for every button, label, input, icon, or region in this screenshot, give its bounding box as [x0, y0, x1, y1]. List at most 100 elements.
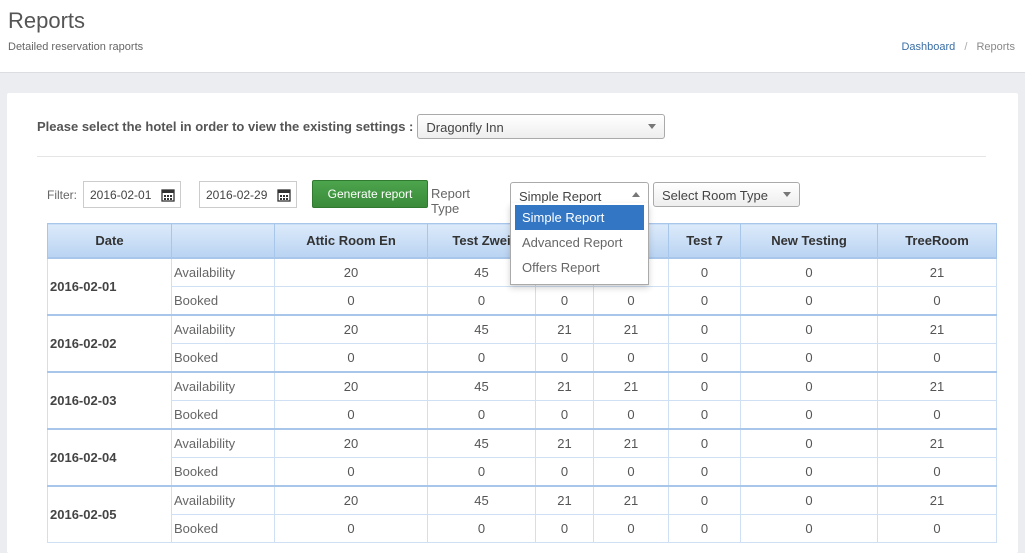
table-cell: 0 — [535, 513, 594, 543]
metric-label: Availability — [171, 313, 275, 344]
table-cell: 0 — [274, 342, 428, 372]
metric-label: Booked — [171, 342, 275, 372]
table-cell: 0 — [877, 342, 997, 372]
table-cell: 21 — [535, 484, 594, 515]
table-cell: 0 — [740, 427, 878, 458]
table-cell: 0 — [740, 313, 878, 344]
table-row: Booked 0 0 0 0 0 0 0 — [48, 399, 997, 429]
breadcrumb-separator: / — [964, 41, 968, 53]
table-cell: 0 — [668, 256, 741, 287]
chevron-down-icon — [783, 192, 791, 197]
column-header[interactable]: New Testing — [740, 223, 878, 258]
table-cell: 0 — [668, 342, 741, 372]
metric-label: Booked — [171, 399, 275, 429]
table-cell: 21 — [877, 427, 997, 458]
table-cell: 0 — [535, 342, 594, 372]
table-cell: 21 — [535, 313, 594, 344]
table-row: Booked 0 0 0 0 0 0 0 — [48, 513, 997, 543]
table-cell: 0 — [535, 285, 594, 315]
table-cell: 0 — [740, 513, 878, 543]
table-cell: 21 — [535, 427, 594, 458]
table-cell: 45 — [427, 484, 536, 515]
table-cell: 0 — [668, 313, 741, 344]
date-cell: 2016-02-05 — [47, 484, 172, 543]
breadcrumb-dashboard-link[interactable]: Dashboard — [901, 41, 955, 53]
table-cell: 21 — [877, 484, 997, 515]
table-cell: 0 — [535, 456, 594, 486]
room-type-value: Select Room Type — [662, 188, 768, 203]
metric-label: Availability — [171, 370, 275, 401]
table-row: Booked 0 0 0 0 0 0 0 — [48, 456, 997, 486]
date-cell: 2016-02-04 — [47, 427, 172, 486]
page-title: Reports — [8, 8, 86, 33]
generate-report-button[interactable]: Generate report — [312, 180, 428, 208]
table-row: 2016-02-03 Availability 20 45 21 21 0 0 21 — [47, 370, 997, 429]
table-cell: 0 — [535, 399, 594, 429]
date-cell: 2016-02-01 — [47, 256, 172, 315]
calendar-icon[interactable] — [277, 188, 291, 202]
table-cell: 0 — [740, 370, 878, 401]
table-cell: 0 — [427, 342, 536, 372]
table-cell: 21 — [593, 370, 669, 401]
table-cell: 20 — [274, 256, 428, 287]
report-type-option-offers[interactable]: Offers Report — [515, 255, 644, 280]
table-cell: 0 — [668, 370, 741, 401]
table-cell: 0 — [668, 285, 741, 315]
report-type-option-simple[interactable]: Simple Report — [515, 205, 644, 230]
date-from-input[interactable]: 2016-02-01 — [83, 181, 181, 208]
page-header: Reports Detailed reservation raports Das… — [0, 0, 1025, 73]
report-type-dropdown: Simple Report Advanced Report Offers Rep… — [510, 203, 649, 285]
report-type-option-advanced[interactable]: Advanced Report — [515, 230, 644, 255]
column-header[interactable]: Date — [47, 223, 172, 258]
date-cell: 2016-02-02 — [47, 313, 172, 372]
table-cell: 21 — [877, 370, 997, 401]
table-cell: 0 — [427, 285, 536, 315]
table-cell: 0 — [593, 342, 669, 372]
table-cell: 0 — [593, 456, 669, 486]
table-row: Booked 0 0 0 0 0 0 0 — [48, 342, 997, 372]
column-header[interactable]: Test 7 — [668, 223, 741, 258]
chevron-up-icon — [632, 192, 640, 197]
table-cell: 0 — [593, 285, 669, 315]
table-cell: 0 — [427, 399, 536, 429]
table-cell: 0 — [740, 256, 878, 287]
table-cell: 21 — [593, 313, 669, 344]
table-cell: 20 — [274, 427, 428, 458]
table-cell: 45 — [427, 370, 536, 401]
breadcrumb-current: Reports — [976, 41, 1015, 53]
table-cell: 0 — [740, 484, 878, 515]
table-cell: 21 — [877, 256, 997, 287]
table-cell: 0 — [274, 285, 428, 315]
table-cell: 20 — [274, 484, 428, 515]
column-header — [171, 223, 275, 258]
table-cell: 0 — [593, 399, 669, 429]
table-cell: 0 — [877, 285, 997, 315]
room-type-select[interactable]: Select Room Type — [653, 182, 800, 207]
hotel-select-value: Dragonfly Inn — [426, 119, 504, 135]
date-cell: 2016-02-03 — [47, 370, 172, 429]
chevron-down-icon — [648, 123, 657, 129]
page-subtitle: Detailed reservation raports — [8, 41, 144, 53]
column-header[interactable]: TreeRoom — [877, 223, 997, 258]
table-cell: 0 — [877, 399, 997, 429]
table-cell: 20 — [274, 370, 428, 401]
hotel-select[interactable]: Dragonfly Inn — [417, 113, 666, 139]
report-type-value: Simple Report — [519, 189, 602, 204]
column-header[interactable]: Attic Room En — [274, 223, 428, 258]
table-row: Booked 0 0 0 0 0 0 0 — [48, 285, 997, 315]
date-to-input[interactable]: 2016-02-29 — [199, 181, 297, 208]
table-cell: 21 — [593, 484, 669, 515]
filter-label: Filter: — [47, 188, 77, 202]
hotel-select-label: Please select the hotel in order to view… — [37, 118, 414, 134]
metric-label: Availability — [171, 427, 275, 458]
table-cell: 0 — [668, 513, 741, 543]
table-cell: 21 — [593, 427, 669, 458]
hotel-select-row: Please select the hotel in order to view… — [37, 113, 666, 139]
table-row: 2016-02-05 Availability 20 45 21 21 0 0 21 — [47, 484, 997, 543]
table-cell: 0 — [668, 484, 741, 515]
calendar-icon[interactable] — [161, 188, 175, 202]
table-cell: 0 — [274, 456, 428, 486]
table-cell: 0 — [427, 456, 536, 486]
table-cell: 0 — [668, 456, 741, 486]
table-cell: 0 — [740, 342, 878, 372]
